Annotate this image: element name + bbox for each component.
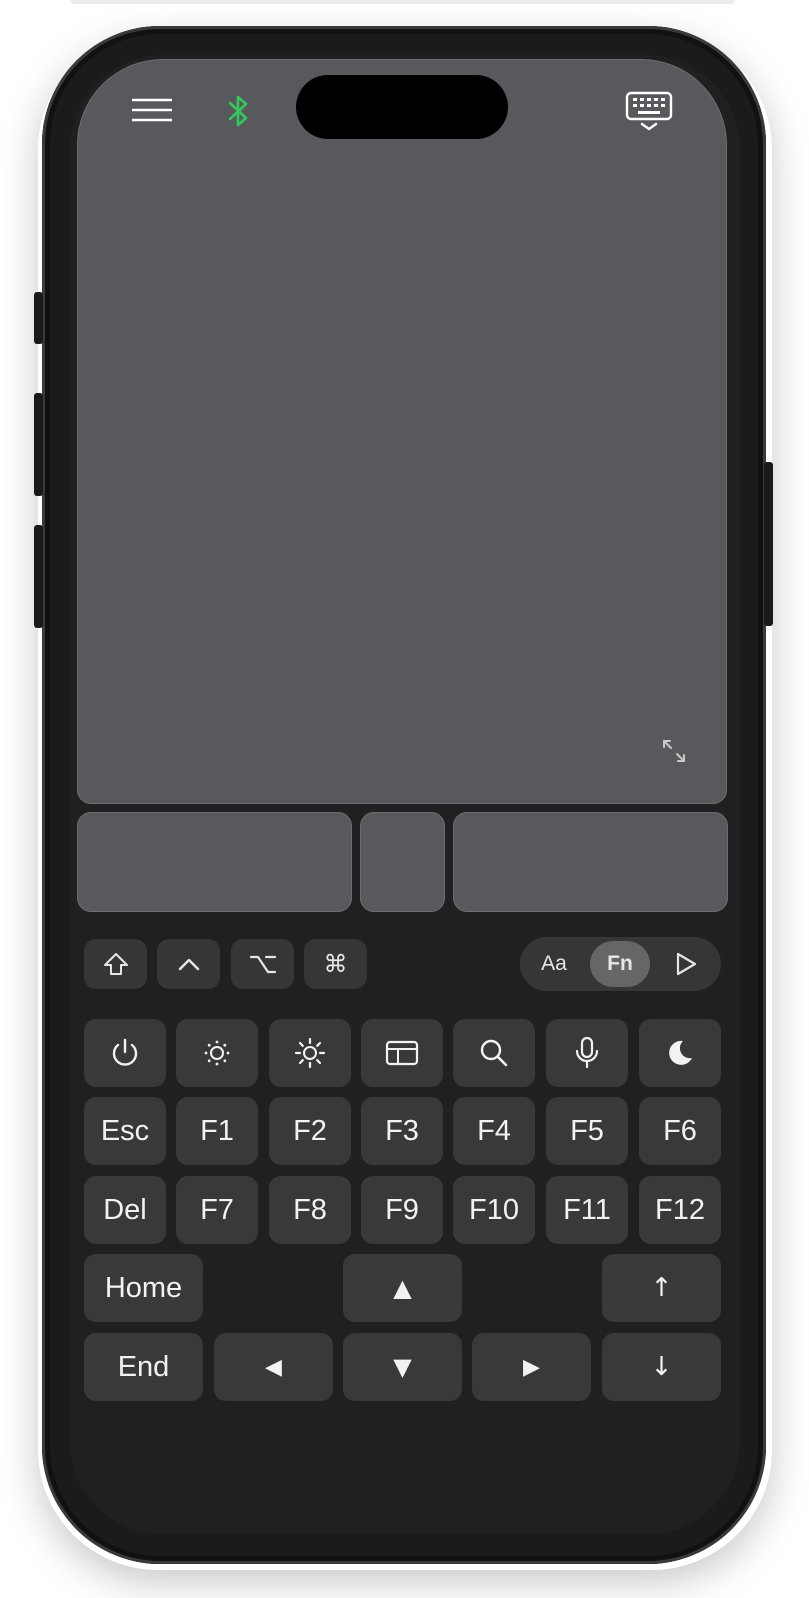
trackpad[interactable] (77, 59, 727, 804)
brightness-up-key[interactable] (269, 1019, 351, 1087)
phone-screen: ⌘ Aa Fn Esc F1 F2 F3 F4 F5 F6 Del F7 F8 … (70, 55, 740, 1535)
hamburger-menu-icon (132, 98, 172, 122)
keyboard-toggle-button[interactable] (623, 89, 675, 133)
play-triangle-icon (676, 952, 697, 976)
bluetooth-button[interactable] (220, 91, 256, 131)
mode-fn-tab[interactable]: Fn (590, 941, 650, 987)
page-up-key[interactable]: ↑ (602, 1254, 721, 1322)
option-icon (249, 955, 276, 974)
f12-key[interactable]: F12 (639, 1176, 721, 1244)
search-icon (480, 1039, 508, 1067)
brightness-down-icon (204, 1040, 230, 1066)
command-icon: ⌘ (323, 950, 348, 978)
f11-key[interactable]: F11 (546, 1176, 628, 1244)
expand-arrows-icon (663, 740, 685, 762)
keyboard-hide-icon (625, 91, 673, 131)
home-key[interactable]: Home (84, 1254, 203, 1322)
mode-play-tab[interactable] (656, 941, 716, 987)
f5-key[interactable]: F5 (546, 1097, 628, 1165)
arrow-right-key[interactable]: ▶ (472, 1333, 591, 1401)
shift-key[interactable] (84, 939, 147, 989)
f4-key[interactable]: F4 (453, 1097, 535, 1165)
arrow-left-key[interactable]: ◀ (214, 1333, 333, 1401)
volume-down-button (34, 525, 43, 628)
arrow-down-key[interactable]: ▼ (343, 1333, 462, 1401)
f10-key[interactable]: F10 (453, 1176, 535, 1244)
brightness-up-icon (294, 1037, 326, 1069)
dynamic-island (296, 75, 508, 139)
do-not-disturb-key[interactable] (639, 1019, 721, 1087)
f7-key[interactable]: F7 (176, 1176, 258, 1244)
volume-up-button (34, 393, 43, 496)
f8-key[interactable]: F8 (269, 1176, 351, 1244)
mission-control-icon (385, 1040, 419, 1066)
do-not-disturb-moon-icon (669, 1040, 692, 1065)
mode-letters-tab[interactable]: Aa (524, 941, 584, 987)
end-key[interactable]: End (84, 1333, 203, 1401)
f2-key[interactable]: F2 (269, 1097, 351, 1165)
middle-click-button[interactable] (360, 812, 445, 912)
power-side-button (764, 462, 773, 626)
right-click-button[interactable] (453, 812, 728, 912)
f1-key[interactable]: F1 (176, 1097, 258, 1165)
keyboard-mode-selector: Aa Fn (520, 937, 721, 991)
del-key[interactable]: Del (84, 1176, 166, 1244)
option-key[interactable] (231, 939, 294, 989)
menu-button[interactable] (128, 90, 176, 130)
arrow-up-key[interactable]: ▲ (343, 1254, 462, 1322)
shift-icon (103, 953, 128, 975)
microphone-icon (575, 1036, 599, 1069)
spotlight-search-key[interactable] (453, 1019, 535, 1087)
control-icon (178, 958, 199, 971)
dictation-key[interactable] (546, 1019, 628, 1087)
expand-trackpad-button[interactable] (658, 735, 690, 767)
power-key[interactable] (84, 1019, 166, 1087)
left-click-button[interactable] (77, 812, 352, 912)
mission-control-key[interactable] (361, 1019, 443, 1087)
action-button (34, 292, 43, 344)
f9-key[interactable]: F9 (361, 1176, 443, 1244)
brightness-down-key[interactable] (176, 1019, 258, 1087)
esc-key[interactable]: Esc (84, 1097, 166, 1165)
page-down-key[interactable]: ↓ (602, 1333, 721, 1401)
bluetooth-icon (228, 95, 248, 127)
top-edge-sliver (70, 0, 735, 4)
f6-key[interactable]: F6 (639, 1097, 721, 1165)
control-key[interactable] (157, 939, 220, 989)
command-key[interactable]: ⌘ (304, 939, 367, 989)
f3-key[interactable]: F3 (361, 1097, 443, 1165)
power-icon (112, 1038, 138, 1066)
